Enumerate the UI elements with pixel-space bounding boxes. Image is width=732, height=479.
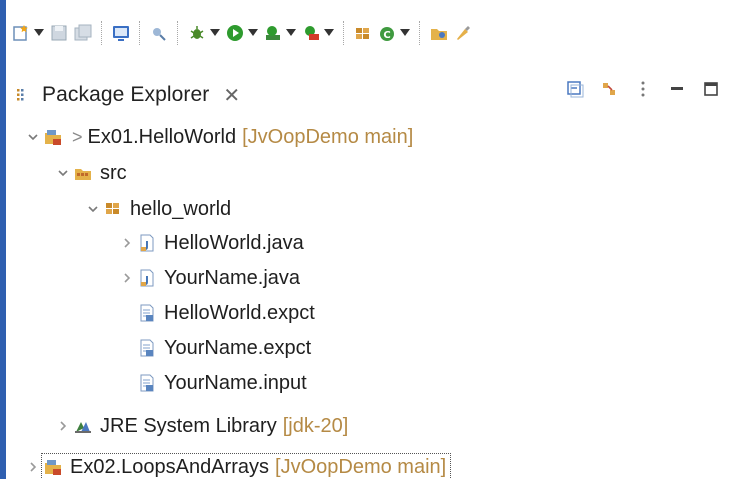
java-project-icon <box>42 126 64 148</box>
view-tab-row: Package Explorer ✕ <box>6 66 732 120</box>
tree-item-helloworld-expct[interactable]: HelloWorld.expct <box>6 296 732 330</box>
toolbar-separator <box>343 21 345 45</box>
chevron-down-icon[interactable] <box>54 164 72 182</box>
java-file-icon: J <box>136 232 158 254</box>
skip-breakpoints-icon[interactable] <box>148 22 170 44</box>
chevron-right-icon[interactable] <box>118 269 136 287</box>
text-file-icon <box>136 372 158 394</box>
package-explorer-icon <box>16 87 32 103</box>
tree-item-project-ex02[interactable]: Ex02.LoopsAndArrays [JvOopDemo main] <box>6 450 732 479</box>
close-icon[interactable]: ✕ <box>223 83 240 108</box>
tree-item-label: YourName.java <box>164 266 301 289</box>
toolbar-separator <box>101 21 103 45</box>
package-tree: > Ex01.HelloWorld [JvOopDemo main] src h… <box>6 120 732 479</box>
new-wizard-icon[interactable] <box>10 22 32 44</box>
view-menu-icon[interactable] <box>632 78 654 100</box>
open-console-icon[interactable] <box>110 22 132 44</box>
tree-item-label: Ex01.HelloWorld <box>87 125 237 148</box>
maximize-icon[interactable] <box>700 78 722 100</box>
chevron-right-icon[interactable] <box>24 458 42 476</box>
tree-item-yourname-java[interactable]: J YourName.java <box>6 261 732 295</box>
git-dirty-marker: > <box>72 126 83 147</box>
source-folder-icon <box>72 162 94 184</box>
run-coverage-icon[interactable] <box>262 22 284 44</box>
tree-item-label: HelloWorld.java <box>164 231 304 254</box>
library-icon <box>72 415 94 437</box>
save-all-icon[interactable] <box>72 22 94 44</box>
collapse-all-icon[interactable] <box>564 78 586 100</box>
focused-selection: Ex02.LoopsAndArrays [JvOopDemo main] <box>40 452 452 479</box>
coverage-group <box>262 16 298 50</box>
tab-package-explorer[interactable]: Package Explorer ✕ <box>16 74 254 116</box>
java-file-icon: J <box>136 267 158 289</box>
git-branch-decoration: [JvOopDemo main] <box>275 455 447 478</box>
run-dropdown[interactable] <box>246 22 260 44</box>
tree-item-yourname-input[interactable]: YourName.input <box>6 366 732 400</box>
java-project-icon <box>42 456 64 478</box>
tree-item-jre-system-library[interactable]: JRE System Library [jdk-20] <box>6 409 732 443</box>
git-branch-decoration: [JvOopDemo main] <box>242 125 414 148</box>
run-icon[interactable] <box>224 22 246 44</box>
tree-item-yourname-expct[interactable]: YourName.expct <box>6 331 732 365</box>
jdk-version-decoration: [jdk-20] <box>282 414 349 437</box>
chevron-down-icon[interactable] <box>24 128 42 146</box>
tree-item-package-hello-world[interactable]: hello_world <box>6 192 732 226</box>
tree-item-label: YourName.expct <box>164 336 312 359</box>
new-class-group: C <box>376 16 412 50</box>
external-tools-icon[interactable] <box>300 22 322 44</box>
text-file-icon <box>136 302 158 324</box>
search-icon[interactable] <box>452 22 474 44</box>
toolbar-separator <box>177 21 179 45</box>
new-wizard-dropdown[interactable] <box>32 22 46 44</box>
new-wizard-group <box>10 16 46 50</box>
minimize-icon[interactable] <box>666 78 688 100</box>
chevron-right-icon[interactable] <box>54 417 72 435</box>
chevron-down-icon[interactable] <box>84 200 102 218</box>
external-tools-dropdown[interactable] <box>322 22 336 44</box>
tree-item-project-ex01[interactable]: > Ex01.HelloWorld [JvOopDemo main] <box>6 120 732 154</box>
toolbar-separator <box>139 21 141 45</box>
external-tools-group <box>300 16 336 50</box>
tree-item-label: src <box>100 161 127 184</box>
view-toolbar <box>564 78 722 100</box>
debug-icon[interactable] <box>186 22 208 44</box>
coverage-dropdown[interactable] <box>284 22 298 44</box>
view-title: Package Explorer <box>42 83 210 106</box>
text-file-icon <box>136 337 158 359</box>
tree-item-label: hello_world <box>130 197 232 220</box>
run-group <box>224 16 260 50</box>
new-java-class-icon[interactable]: C <box>376 22 398 44</box>
main-toolbar: C <box>10 2 732 64</box>
tree-item-label: JRE System Library <box>100 414 277 437</box>
new-class-dropdown[interactable] <box>398 22 412 44</box>
new-java-package-icon[interactable] <box>352 22 374 44</box>
tree-item-label: HelloWorld.expct <box>164 301 315 324</box>
link-with-editor-icon[interactable] <box>598 78 620 100</box>
toolbar-separator <box>419 21 421 45</box>
package-icon <box>102 198 124 220</box>
svg-text:C: C <box>383 30 390 41</box>
tree-item-helloworld-java[interactable]: J HelloWorld.java <box>6 226 732 260</box>
debug-group <box>186 16 222 50</box>
debug-dropdown[interactable] <box>208 22 222 44</box>
tree-item-src[interactable]: src <box>6 156 732 190</box>
save-icon[interactable] <box>48 22 70 44</box>
open-type-icon[interactable] <box>428 22 450 44</box>
tree-item-label: Ex02.LoopsAndArrays <box>70 455 270 478</box>
tree-item-label: YourName.input <box>164 371 307 394</box>
eclipse-window: C Package Explorer ✕ > Ex01.HelloWorld [… <box>0 0 732 479</box>
chevron-right-icon[interactable] <box>118 234 136 252</box>
